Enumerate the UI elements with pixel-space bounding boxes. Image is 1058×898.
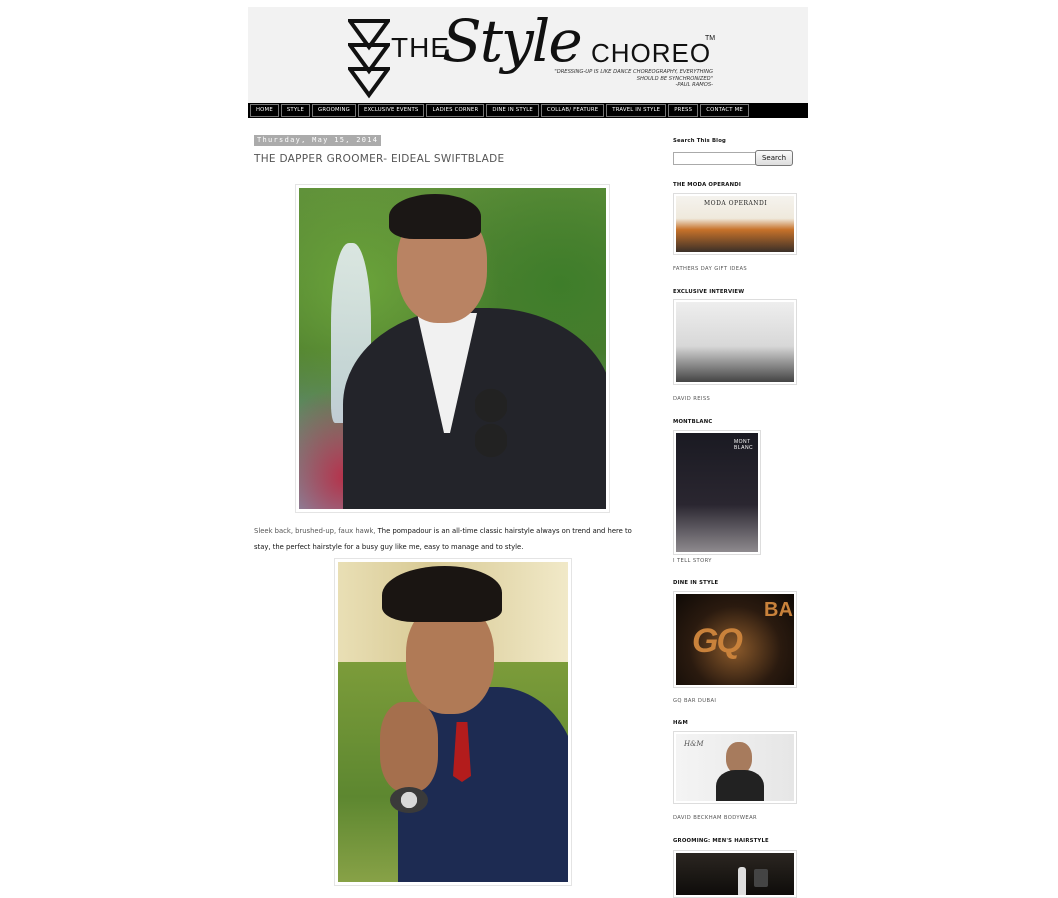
widget-heading-grooming-hairstyle: GROOMING: MEN'S HAIRSTYLE [673, 838, 769, 844]
nav-grooming[interactable]: GROOMING [312, 104, 356, 117]
person-body-shape [716, 770, 764, 801]
header-tagline: "DRESSING-UP IS LIKE DANCE CHOREOGRAPHY,… [554, 69, 713, 82]
nav-collab-feature[interactable]: COLLAB/ FEATURE [540, 104, 605, 117]
widget-caption-david-beckham-bodywear[interactable]: DAVID BECKHAM BODYWEAR [673, 815, 757, 821]
interview-thumbnail [676, 302, 794, 382]
blog-header[interactable]: THE Style CHOREO TM "DRESSING-UP IS LIKE… [248, 7, 808, 103]
widget-image-gq-bar[interactable]: GQ BAR [673, 591, 797, 688]
gq-bar-thumbnail: GQ BAR [676, 594, 794, 685]
widget-image-hm[interactable]: H&M [673, 731, 797, 804]
post-caption: Sleek back, brushed-up, faux hawk, The p… [254, 523, 639, 555]
moda-operandi-image-text: MODA OPERANDI [704, 200, 768, 207]
widget-image-moda-operandi[interactable]: MODA OPERANDI [673, 193, 797, 255]
post-date: Thursday, May 15, 2014 [254, 135, 382, 146]
post-photo-2-image [338, 562, 568, 882]
main-nav: HOME STYLE GROOMING EXCLUSIVE EVENTS LAD… [248, 103, 808, 118]
search-heading: Search This Blog [673, 138, 727, 144]
widget-image-interview[interactable] [673, 299, 797, 385]
widget-image-montblanc[interactable]: MONT BLANC [673, 430, 761, 555]
nav-exclusive-events[interactable]: EXCLUSIVE EVENTS [357, 104, 425, 117]
hair-shape [382, 566, 502, 622]
hand-shape [380, 702, 438, 792]
header-attribution: -PAUL RAMOS- [675, 82, 713, 88]
montblanc-image-text: MONT BLANC [734, 439, 754, 451]
hm-beckham-thumbnail: H&M [676, 734, 794, 801]
sunglasses-shape [475, 388, 507, 458]
gq-image-text: GQ [692, 622, 743, 660]
montblanc-thumbnail: MONT BLANC [676, 433, 758, 552]
hm-image-text: H&M [684, 740, 704, 748]
logo-choreo-text: CHOREO [591, 38, 712, 68]
post-photo-2[interactable] [334, 558, 572, 886]
widget-caption-fathers-day[interactable]: FATHERS DAY GIFT IDEAS [673, 266, 747, 272]
accessory-shape [754, 869, 768, 887]
search-button[interactable]: Search [755, 150, 793, 166]
widget-heading-montblanc: MONTBLANC [673, 419, 713, 425]
widget-heading-hm: H&M [673, 720, 688, 726]
bar-image-text: BAR [764, 599, 794, 621]
nav-press[interactable]: PRESS [668, 104, 699, 117]
widget-heading-dine-in-style: DINE IN STYLE [673, 580, 719, 586]
nav-ladies-corner[interactable]: LADIES CORNER [426, 104, 485, 117]
moda-operandi-thumbnail: MODA OPERANDI [676, 196, 794, 252]
blog-header-wrap: THE Style CHOREO TM "DRESSING-UP IS LIKE… [248, 7, 808, 118]
widget-caption-david-reiss[interactable]: DAVID REISS [673, 396, 710, 402]
grooming-thumbnail [676, 853, 794, 895]
post-photo-1[interactable] [295, 184, 610, 513]
post-title[interactable]: THE DAPPER GROOMER- EIDEAL SWIFTBLADE [254, 153, 504, 165]
nav-dine-in-style[interactable]: DINE IN STYLE [486, 104, 539, 117]
nav-style[interactable]: STYLE [280, 104, 311, 117]
caption-lead: Sleek back, brushed-up, faux hawk, [254, 527, 376, 535]
post-photo-1-image [299, 188, 606, 509]
nav-home[interactable]: HOME [250, 104, 279, 117]
trimmer-shape [738, 867, 746, 895]
search-input[interactable] [673, 152, 759, 165]
trademark-mark: TM [705, 35, 716, 42]
widget-caption-i-tell-story[interactable]: I TELL STORY [673, 558, 712, 564]
widget-heading-exclusive-interview: EXCLUSIVE INTERVIEW [673, 289, 745, 295]
widget-heading-moda-operandi: THE MODA OPERANDI [673, 182, 742, 188]
widget-caption-gq-bar-dubai[interactable]: GQ BAR DUBAI [673, 698, 716, 704]
nav-travel-in-style[interactable]: TRAVEL IN STYLE [606, 104, 667, 117]
triangle-logo-icon [348, 19, 390, 99]
watch-shape [390, 787, 428, 813]
logo-style-text: Style [442, 7, 583, 75]
widget-image-grooming[interactable] [673, 850, 797, 898]
hair-shape [389, 194, 481, 239]
nav-contact-me[interactable]: CONTACT ME [700, 104, 749, 117]
